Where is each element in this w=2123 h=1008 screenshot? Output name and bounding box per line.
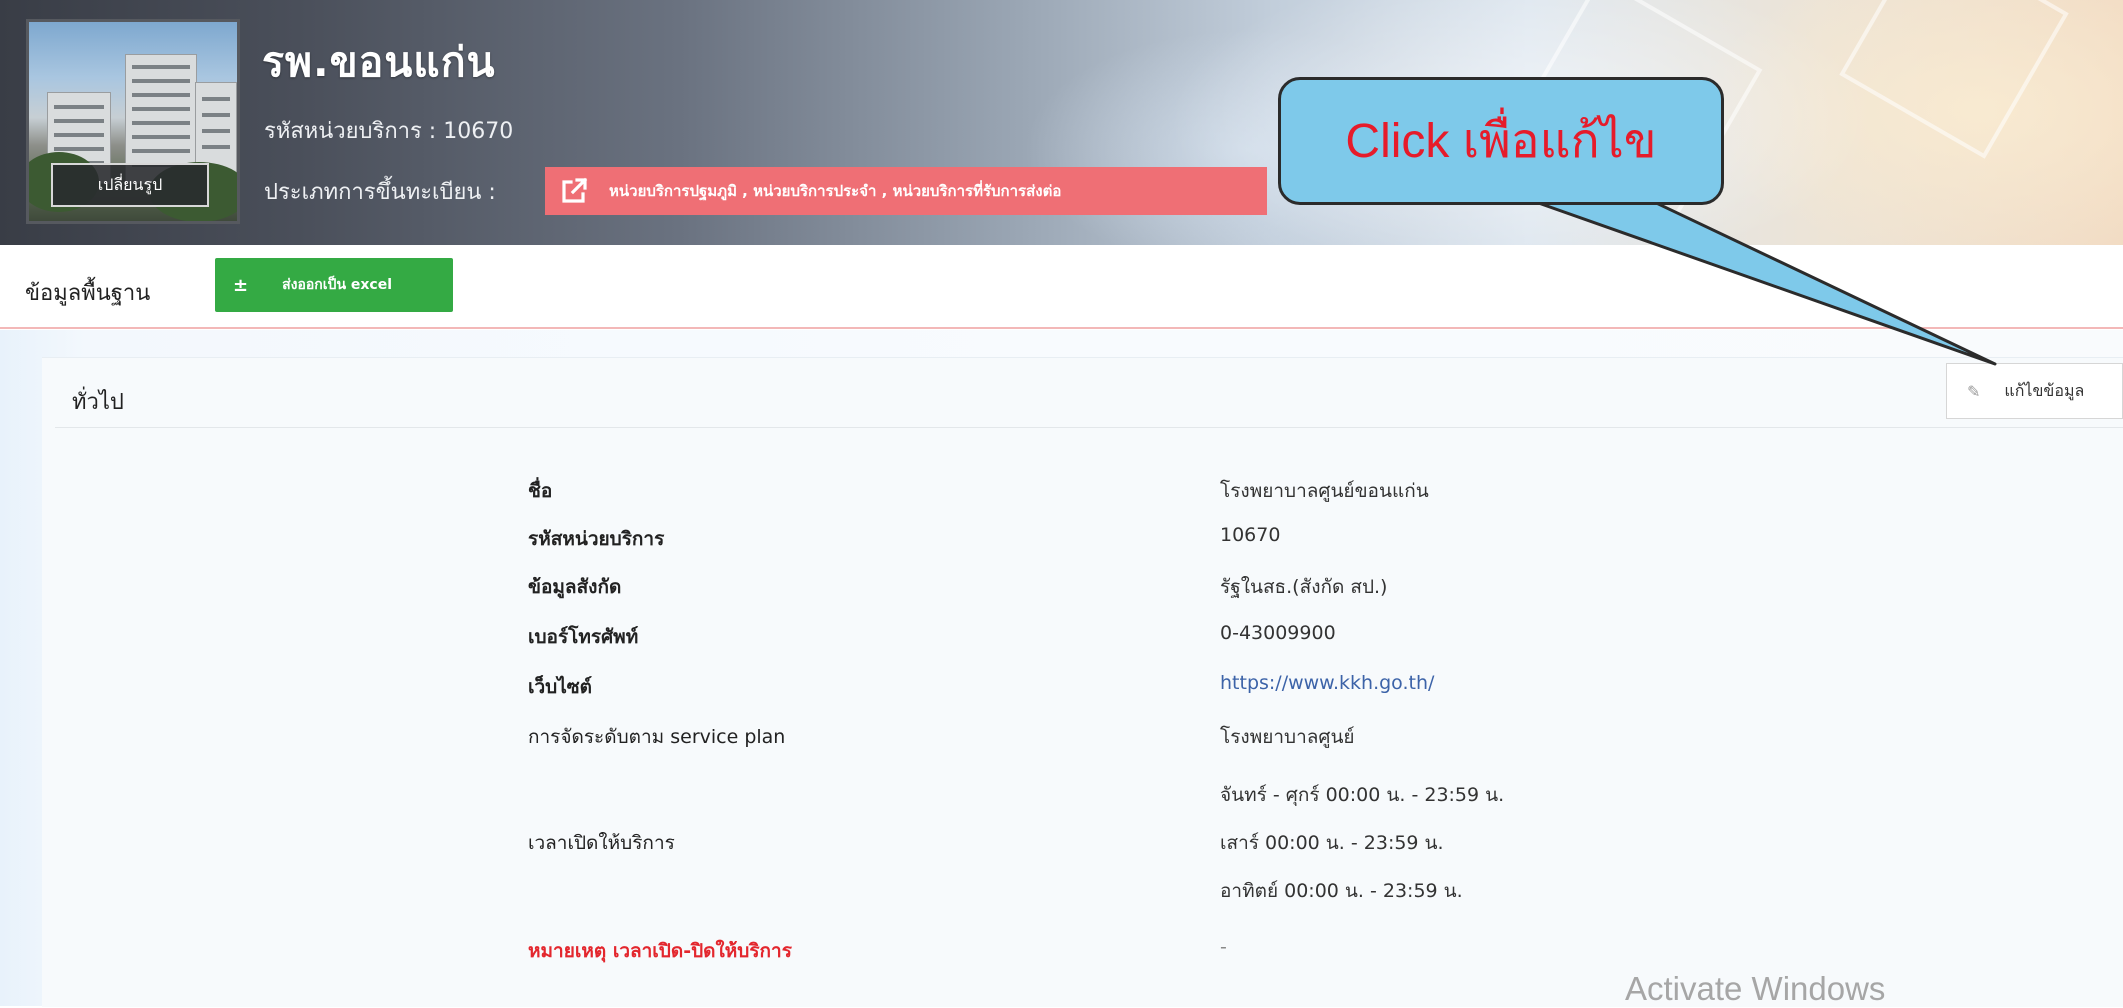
hospital-name: รพ.ขอนแก่น — [262, 38, 496, 86]
phone-value: 0-43009900 — [1220, 622, 1336, 644]
affiliation-value: รัฐในสธ.(สังกัด สป.) — [1220, 576, 1388, 598]
hours-weekday: จันทร์ - ศุกร์ 00:00 น. - 23:59 น. — [1220, 784, 1505, 806]
callout-text: Click เพื่อแก้ไข — [1345, 115, 1657, 168]
affiliation-label: ข้อมูลสังกัด — [528, 576, 622, 598]
service-code: รหัสหน่วยบริการ : 10670 — [264, 119, 514, 144]
name-value: โรงพยาบาลศูนย์ขอนแก่น — [1220, 480, 1429, 502]
hospital-photo: เปลี่ยนรูป — [26, 19, 240, 224]
header-banner: เปลี่ยนรูป รพ.ขอนแก่น รหัสหน่วยบริการ : … — [0, 0, 2123, 245]
banner-decoration — [1839, 0, 2069, 159]
toolbar-divider — [0, 327, 2123, 329]
activate-windows-watermark: Activate Windows — [1625, 970, 1886, 1007]
hours-label: เวลาเปิดให้บริการ — [528, 832, 675, 854]
registration-types-text: หน่วยบริการปฐมภูมิ , หน่วยบริการประจำ , … — [609, 182, 1062, 200]
website-link[interactable]: https://www.kkh.go.th/ — [1220, 672, 1434, 694]
hours-saturday: เสาร์ 00:00 น. - 23:59 น. — [1220, 832, 1444, 854]
note-label: หมายเหตุ เวลาเปิด-ปิดให้บริการ — [528, 940, 792, 962]
registration-type-label: ประเภทการขึ้นทะเบียน : — [264, 180, 496, 205]
note-value: - — [1220, 936, 1227, 958]
wrench-icon: ✎ — [1967, 381, 1981, 401]
hours-sunday: อาทิตย์ 00:00 น. - 23:59 น. — [1220, 880, 1463, 902]
code-label: รหัสหน่วยบริการ — [528, 528, 665, 550]
registration-type-badge[interactable]: หน่วยบริการปฐมภูมิ , หน่วยบริการประจำ , … — [545, 167, 1267, 215]
website-label: เว็บไซต์ — [528, 676, 593, 698]
phone-label: เบอร์โทรศัพท์ — [528, 626, 639, 648]
download-icon: ± — [233, 274, 249, 296]
toolbar: ข้อมูลพื้นฐาน ± ส่งออกเป็น excel — [0, 245, 2123, 330]
panel-divider — [55, 427, 2123, 428]
section-title: ข้อมูลพื้นฐาน — [25, 281, 151, 306]
edit-info-button[interactable]: ✎ แก้ไขข้อมูล — [1946, 363, 2123, 419]
code-value: 10670 — [1220, 524, 1281, 546]
callout-box: Click เพื่อแก้ไข — [1278, 77, 1724, 205]
change-photo-button[interactable]: เปลี่ยนรูป — [51, 163, 209, 207]
change-photo-label: เปลี่ยนรูป — [97, 174, 163, 194]
export-label: ส่งออกเป็น excel — [282, 277, 393, 293]
name-label: ชื่อ — [528, 480, 553, 502]
panel-title: ทั่วไป — [72, 390, 124, 415]
general-info-panel — [42, 357, 2123, 1007]
edit-label: แก้ไขข้อมูล — [2004, 380, 2085, 400]
external-link-icon — [562, 177, 588, 203]
service-plan-value: โรงพยาบาลศูนย์ — [1220, 726, 1355, 748]
export-excel-button[interactable]: ± ส่งออกเป็น excel — [215, 258, 453, 312]
service-plan-label: การจัดระดับตาม service plan — [528, 726, 786, 748]
